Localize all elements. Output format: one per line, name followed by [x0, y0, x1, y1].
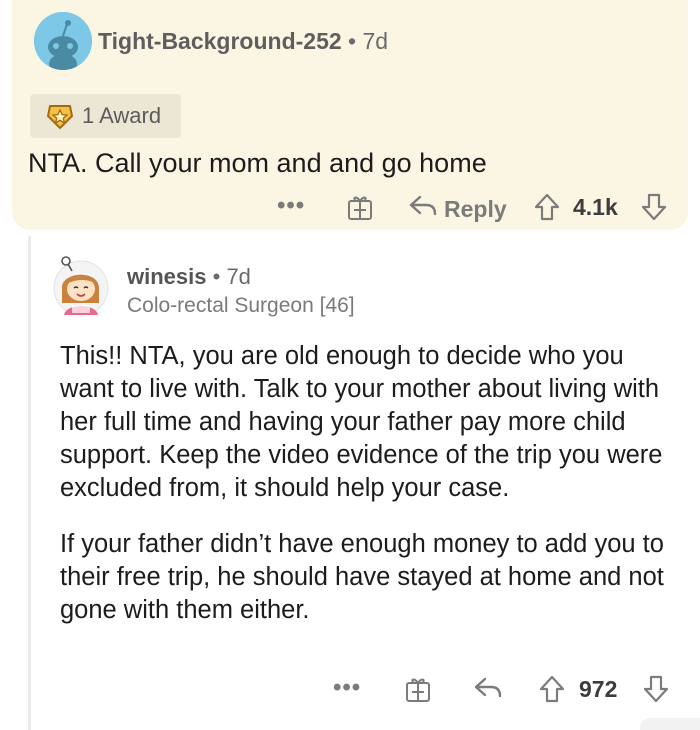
- more-icon[interactable]: •••: [277, 192, 305, 220]
- comment-age: 7d: [226, 264, 251, 289]
- reply-label: Reply: [444, 195, 507, 222]
- next-comment-edge: [640, 718, 700, 730]
- vote-score: 972: [579, 676, 618, 702]
- downvote-icon[interactable]: [640, 192, 668, 222]
- comment-header: winesis • 7d: [127, 264, 251, 290]
- avatar-icon[interactable]: [52, 255, 110, 317]
- more-icon[interactable]: •••: [333, 674, 361, 702]
- vote-score: 4.1k: [573, 194, 618, 220]
- comment-paragraph: This!! NTA, you are old enough to decide…: [60, 342, 663, 502]
- comment-paragraph: If your father didn’t have enough money …: [60, 530, 664, 624]
- separator-dot: •: [348, 28, 357, 54]
- comment-action-bar: ••• 972: [0, 670, 700, 710]
- snoo-avatar-icon[interactable]: [34, 12, 92, 70]
- reply-icon: [408, 192, 438, 226]
- reply-icon[interactable]: [473, 674, 503, 702]
- username-link[interactable]: Tight-Background-252: [98, 28, 342, 54]
- comment-body: This!! NTA, you are old enough to decide…: [60, 340, 680, 627]
- award-badge[interactable]: 1 Award: [30, 94, 181, 138]
- thread-line[interactable]: [28, 236, 31, 730]
- user-flair: Colo-rectal Surgeon [46]: [127, 294, 355, 317]
- comment-action-bar: ••• Reply 4.1k: [0, 188, 676, 226]
- comment-header: Tight-Background-252 • 7d: [98, 28, 388, 55]
- award-icon: [46, 102, 74, 130]
- comment-text: NTA. Call your mom and and go home: [28, 148, 487, 178]
- comment-age: 7d: [362, 28, 389, 54]
- gift-award-icon[interactable]: [345, 192, 375, 222]
- gift-award-icon[interactable]: [403, 674, 433, 704]
- downvote-icon[interactable]: [642, 674, 670, 704]
- reply-button[interactable]: Reply: [408, 192, 507, 226]
- username-link[interactable]: winesis: [127, 264, 206, 289]
- separator-dot: •: [212, 264, 221, 289]
- upvote-icon[interactable]: [538, 674, 566, 704]
- award-label: 1 Award: [82, 103, 162, 128]
- upvote-icon[interactable]: [533, 192, 561, 222]
